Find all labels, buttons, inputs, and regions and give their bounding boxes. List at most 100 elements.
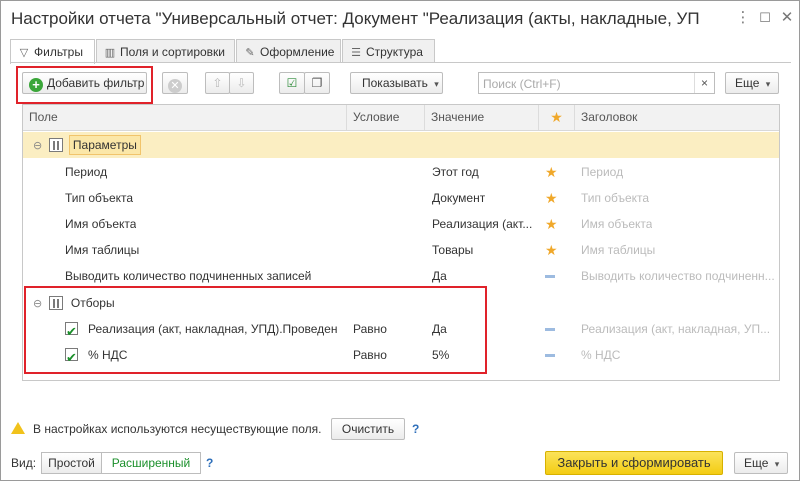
star-icon[interactable]: ★	[545, 211, 558, 237]
table-row[interactable]: % НДС Равно 5% % НДС	[23, 342, 779, 368]
chevron-down-icon: ▾	[765, 79, 771, 89]
chevron-down-icon: ▾	[774, 459, 780, 469]
check-all-button[interactable]: ☑	[279, 72, 305, 94]
table-row[interactable]: Реализация (акт, накладная, УПД).Проведе…	[23, 316, 779, 342]
field-cell: Имя таблицы	[65, 243, 140, 257]
group-label: Отборы	[70, 296, 115, 310]
table-row[interactable]: Имя таблицы Товары ★ Имя таблицы	[23, 237, 779, 263]
table-row[interactable]: Тип объекта Документ ★ Тип объекта	[23, 185, 779, 211]
heading-cell[interactable]: Период	[581, 159, 623, 185]
close-and-build-button[interactable]: Закрыть и сформировать	[545, 451, 723, 475]
star-icon[interactable]: ★	[545, 237, 558, 263]
condition-cell[interactable]: Равно	[353, 342, 387, 368]
field-cell: Реализация (акт, накладная, УПД).Проведе…	[88, 322, 338, 336]
help-icon[interactable]: ?	[412, 422, 419, 436]
more-vertical-icon[interactable]: ⋮	[732, 7, 754, 29]
arrow-down-icon: ⇩	[236, 76, 247, 90]
condition-cell[interactable]: Равно	[353, 316, 387, 342]
dash-icon[interactable]	[545, 275, 555, 279]
warning-text: В настройках используются несуществующие…	[33, 422, 322, 436]
help-icon[interactable]: ?	[206, 456, 213, 470]
window-title: Настройки отчета "Универсальный отчет: Д…	[11, 9, 701, 28]
move-up-button[interactable]: ⇧	[205, 72, 230, 94]
group-icon	[48, 296, 63, 310]
table-header: Поле Условие Значение ★ Заголовок	[23, 105, 779, 131]
more-label: Еще	[735, 76, 760, 90]
show-label: Показывать	[362, 76, 428, 90]
table-row[interactable]: Выводить количество подчиненных записей …	[23, 263, 779, 289]
value-cell[interactable]: Этот год	[432, 159, 479, 185]
column-condition[interactable]: Условие	[347, 105, 425, 130]
search-field[interactable]: ×	[478, 72, 715, 94]
dash-icon[interactable]	[545, 354, 555, 358]
close-icon[interactable]: ✕	[776, 7, 798, 29]
tab-fields-and-sorting[interactable]: ▥ Поля и сортировки	[96, 39, 235, 63]
value-cell[interactable]: Да	[432, 316, 447, 342]
field-cell: Имя объекта	[65, 217, 137, 231]
heading-cell[interactable]: Реализация (акт, накладная, УП...	[581, 316, 777, 342]
filter-icon: ▽	[19, 47, 29, 59]
value-cell[interactable]: 5%	[432, 342, 449, 368]
more-button[interactable]: Еще ▾	[725, 72, 779, 94]
tab-appearance[interactable]: ✎ Оформление	[236, 39, 341, 63]
report-settings-window: Настройки отчета "Универсальный отчет: Д…	[0, 0, 800, 481]
field-cell: % НДС	[88, 348, 128, 362]
star-icon[interactable]: ★	[545, 159, 558, 185]
uncheck-all-icon: ❐	[311, 76, 323, 90]
tab-label: Фильтры	[34, 45, 83, 59]
star-icon[interactable]: ★	[545, 185, 558, 211]
value-cell[interactable]: Реализация (акт...	[432, 211, 536, 237]
clear-button[interactable]: Очистить	[331, 418, 405, 440]
tab-filters[interactable]: ▽ Фильтры	[10, 39, 95, 64]
collapse-icon[interactable]: ⊖	[33, 298, 42, 310]
value-cell[interactable]: Товары	[432, 237, 473, 263]
heading-cell[interactable]: Имя таблицы	[581, 237, 655, 263]
tab-label: Поля и сортировки	[120, 45, 225, 59]
show-dropdown[interactable]: Показывать ▾	[350, 72, 443, 94]
filter-checkbox[interactable]	[65, 345, 78, 368]
maximize-icon[interactable]: ☐	[754, 7, 776, 29]
structure-icon: ☰	[351, 47, 361, 59]
column-value[interactable]: Значение	[425, 105, 539, 130]
table-row[interactable]: Имя объекта Реализация (акт... ★ Имя объ…	[23, 211, 779, 237]
group-row-filters[interactable]: ⊖ Отборы	[23, 290, 779, 316]
title-bar: Настройки отчета "Универсальный отчет: Д…	[1, 1, 799, 37]
heading-cell[interactable]: Имя объекта	[581, 211, 652, 237]
search-input[interactable]	[483, 76, 693, 91]
heading-cell[interactable]: Тип объекта	[581, 185, 649, 211]
filters-table: Поле Условие Значение ★ Заголовок ⊖ Пара…	[22, 104, 780, 381]
tab-structure[interactable]: ☰ Структура	[342, 39, 435, 63]
filter-checkbox[interactable]	[65, 319, 78, 342]
add-filter-button[interactable]: + Добавить фильтр	[22, 72, 147, 94]
heading-cell[interactable]: % НДС	[581, 342, 620, 368]
value-cell[interactable]: Документ	[432, 185, 485, 211]
column-field[interactable]: Поле	[23, 105, 347, 130]
view-extended-button[interactable]: Расширенный	[101, 452, 201, 474]
add-filter-label: Добавить фильтр	[47, 76, 145, 90]
delete-icon: ✕	[168, 79, 182, 93]
collapse-icon[interactable]: ⊖	[33, 140, 42, 152]
dash-icon[interactable]	[545, 328, 555, 332]
column-star[interactable]: ★	[539, 105, 575, 130]
delete-button[interactable]: ✕	[162, 72, 188, 94]
tab-label: Оформление	[260, 45, 335, 59]
field-cell: Выводить количество подчиненных записей	[65, 269, 312, 283]
heading-cell[interactable]: Выводить количество подчиненн...	[581, 263, 777, 289]
table-row[interactable]: Период Этот год ★ Период	[23, 159, 779, 185]
chevron-down-icon: ▾	[434, 79, 439, 89]
move-down-button[interactable]: ⇩	[229, 72, 254, 94]
tab-divider	[10, 62, 791, 63]
view-simple-button[interactable]: Простой	[41, 452, 102, 474]
value-cell[interactable]: Да	[432, 263, 447, 289]
group-row-parameters[interactable]: ⊖ Параметры	[23, 132, 779, 158]
group-icon	[48, 138, 63, 152]
footer-more-button[interactable]: Еще ▾	[734, 452, 788, 474]
clear-label: Очистить	[341, 422, 395, 436]
warning-icon	[11, 422, 25, 434]
check-all-icon: ☑	[286, 76, 298, 90]
fields-icon: ▥	[104, 47, 116, 59]
clear-search-icon[interactable]: ×	[694, 73, 714, 93]
arrow-up-icon: ⇧	[212, 76, 223, 90]
column-heading[interactable]: Заголовок	[575, 105, 779, 130]
uncheck-all-button[interactable]: ❐	[304, 72, 330, 94]
